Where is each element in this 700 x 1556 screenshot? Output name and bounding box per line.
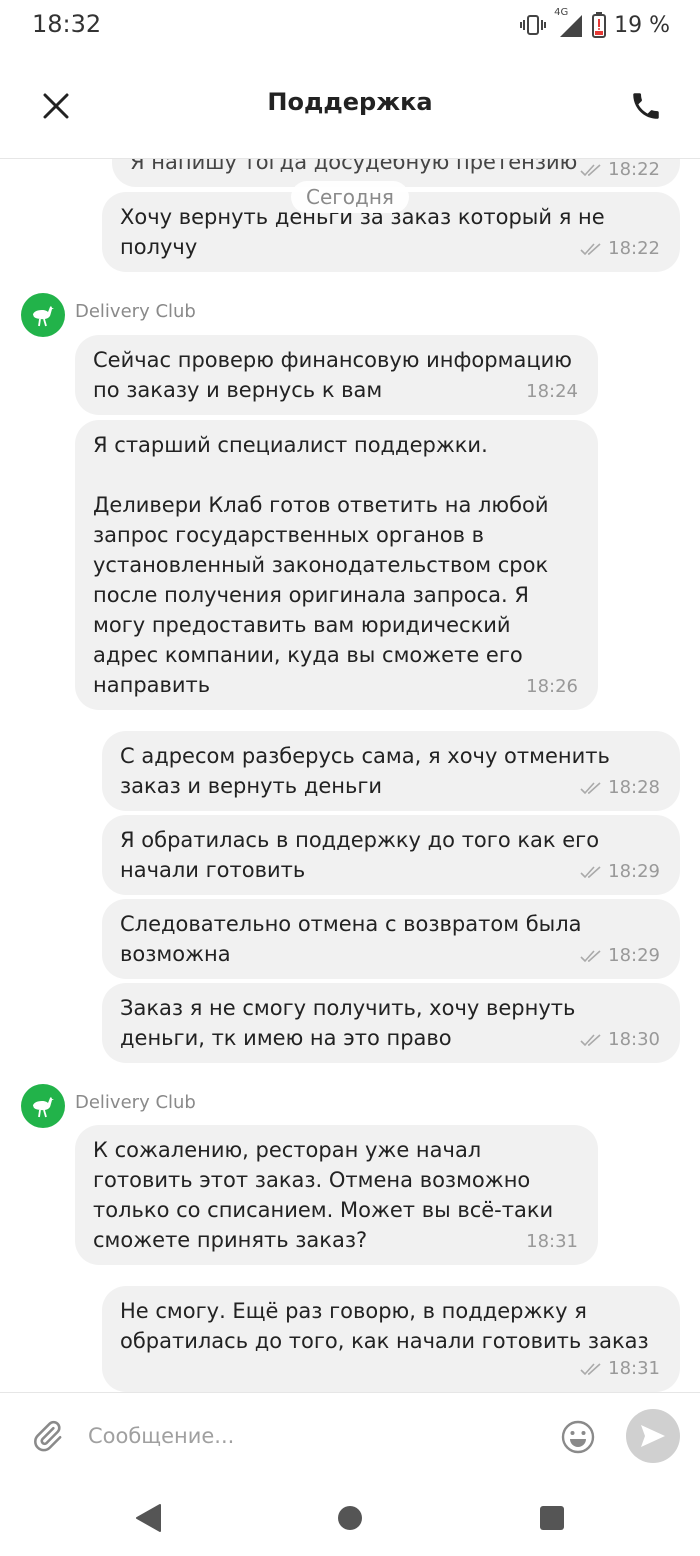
- message-time: 18:31: [526, 1231, 578, 1252]
- read-check-icon: [580, 164, 601, 177]
- read-check-icon: [580, 1363, 601, 1376]
- message-text: Не смогу. Ещё раз говорю, в поддержку я …: [120, 1299, 649, 1353]
- message-time: 18:22: [608, 238, 660, 259]
- app-header: Поддержка: [0, 58, 700, 154]
- read-check-icon: [580, 243, 601, 256]
- message-time: 18:28: [608, 777, 660, 798]
- message-time: 18:30: [608, 1029, 660, 1050]
- composer: [0, 1392, 700, 1478]
- message-own: Заказ я не смогу получить, хочу вернуть …: [102, 983, 680, 1063]
- vibrate-icon: [520, 13, 547, 37]
- message-meta: 18:30: [580, 1029, 660, 1051]
- message-own: Я обратилась в поддержку до того как его…: [102, 815, 680, 895]
- message-own: Не смогу. Ещё раз говорю, в поддержку я …: [102, 1286, 680, 1392]
- message-text: Я старший специалист поддержки. Деливери…: [93, 433, 549, 697]
- message-time: 18:22: [608, 159, 660, 180]
- status-time: 18:32: [32, 10, 102, 38]
- message-meta: 18:28: [580, 777, 660, 799]
- message-meta: 18:29: [580, 945, 660, 967]
- message-time: 18:26: [526, 676, 578, 697]
- message-time: 18:24: [526, 381, 578, 402]
- message-list: Я напишу тогда досудебную претензию 18:2…: [0, 159, 700, 1392]
- page-title: Поддержка: [267, 88, 433, 116]
- home-circle-icon: [338, 1506, 362, 1530]
- battery-percent: 19 %: [614, 12, 670, 38]
- message-time: 18:29: [608, 945, 660, 966]
- message-time: 18:29: [608, 861, 660, 882]
- message-text: К сожалению, ресторан уже начал готовить…: [93, 1138, 554, 1252]
- smiley-icon: [561, 1420, 595, 1454]
- nav-back-button[interactable]: [126, 1496, 170, 1540]
- message-time: 18:31: [608, 1358, 660, 1379]
- send-arrow-icon: [641, 1425, 665, 1447]
- ostrich-icon: [33, 1097, 54, 1118]
- status-icons: 4G 19 %: [520, 7, 670, 40]
- status-bar: 18:32 4G 19 %: [0, 0, 700, 50]
- chat-area[interactable]: Я напишу тогда досудебную претензию 18:2…: [0, 158, 700, 1392]
- call-button[interactable]: [618, 78, 674, 134]
- message-meta: 18:31: [526, 1231, 578, 1253]
- message-meta: 18:29: [580, 861, 660, 883]
- date-divider: Сегодня: [291, 181, 409, 213]
- nav-recents-button[interactable]: [530, 1496, 574, 1540]
- battery-icon: [592, 12, 607, 38]
- attach-button[interactable]: [24, 1413, 70, 1459]
- signal-icon: 4G: [554, 7, 584, 39]
- read-check-icon: [580, 1034, 601, 1047]
- sender-name: Delivery Club: [75, 301, 196, 322]
- read-check-icon: [580, 782, 601, 795]
- avatar: [21, 293, 65, 337]
- message-meta: 18:24: [526, 381, 578, 403]
- send-button[interactable]: [626, 1409, 680, 1463]
- message-meta: 18:22: [580, 159, 660, 181]
- recents-square-icon: [540, 1506, 564, 1530]
- emoji-button[interactable]: [558, 1417, 598, 1457]
- nav-home-button[interactable]: [328, 1496, 372, 1540]
- system-nav-bar: [0, 1478, 700, 1556]
- read-check-icon: [580, 950, 601, 963]
- avatar: [21, 1084, 65, 1128]
- message-incoming: К сожалению, ресторан уже начал готовить…: [75, 1125, 598, 1265]
- sender-name: Delivery Club: [75, 1092, 196, 1113]
- message-incoming: Я старший специалист поддержки. Деливери…: [75, 420, 598, 710]
- message-text: Сейчас проверю финансовую информацию по …: [93, 348, 572, 402]
- read-check-icon: [580, 866, 601, 879]
- message-own: С адресом разберусь сама, я хочу отменит…: [102, 731, 680, 811]
- message-own: Следовательно отмена с возвратом была во…: [102, 899, 680, 979]
- message-meta: 18:22: [580, 238, 660, 260]
- paperclip-icon: [34, 1420, 62, 1452]
- message-meta: 18:26: [526, 676, 578, 698]
- message-input[interactable]: [88, 1415, 528, 1457]
- phone-icon: [633, 93, 659, 119]
- message-meta: 18:31: [580, 1358, 660, 1380]
- back-triangle-icon: [136, 1504, 161, 1532]
- ostrich-icon: [33, 306, 54, 327]
- message-incoming: Сейчас проверю финансовую информацию по …: [75, 335, 598, 415]
